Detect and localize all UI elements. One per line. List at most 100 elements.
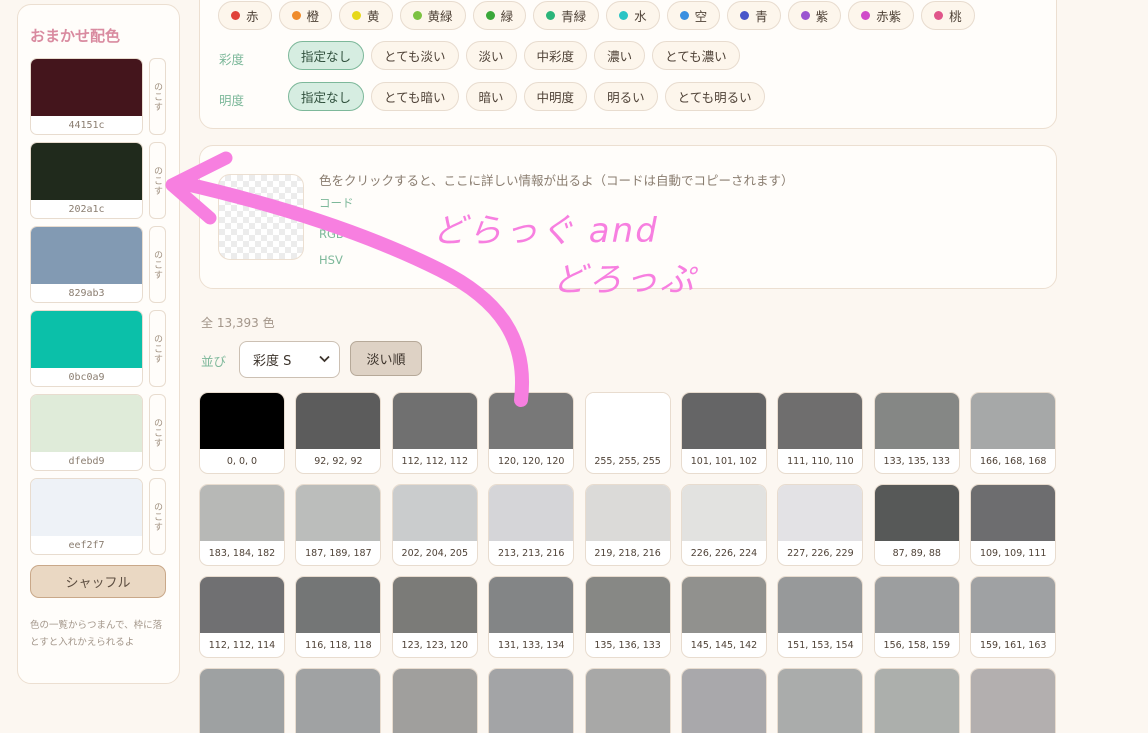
- color-dot-icon: [231, 11, 240, 20]
- color-tile[interactable]: [873, 668, 960, 733]
- keep-button[interactable]: のこす: [149, 310, 166, 387]
- color-tile[interactable]: 133, 135, 133: [873, 392, 960, 474]
- keep-button[interactable]: のこす: [149, 478, 166, 555]
- palette-slot[interactable]: eef2f7: [30, 478, 143, 555]
- color-tile[interactable]: 0, 0, 0: [199, 392, 285, 474]
- hue-chip[interactable]: 青: [727, 1, 781, 30]
- saturation-chip[interactable]: とても淡い: [371, 41, 459, 70]
- color-tile[interactable]: 111, 110, 110: [777, 392, 864, 474]
- color-tile-rgb: 101, 101, 102: [690, 456, 758, 467]
- keep-button[interactable]: のこす: [149, 226, 166, 303]
- palette-slot[interactable]: 0bc0a9: [30, 310, 143, 387]
- color-tile-swatch: [585, 577, 670, 633]
- keep-button[interactable]: のこす: [149, 142, 166, 219]
- color-preview: [218, 174, 304, 260]
- hue-chip[interactable]: 紫: [787, 1, 842, 30]
- shuffle-button[interactable]: シャッフル: [30, 565, 166, 598]
- hue-chip[interactable]: 緑: [472, 1, 527, 30]
- color-tile-swatch: [392, 393, 477, 449]
- keep-button[interactable]: のこす: [149, 58, 166, 135]
- color-tile-swatch: [296, 669, 381, 733]
- color-tile-rgb: 183, 184, 182: [208, 548, 276, 559]
- color-dot-icon: [679, 11, 689, 20]
- color-tile-rgb: 87, 89, 88: [892, 548, 941, 559]
- saturation-chip[interactable]: 淡い: [465, 41, 517, 70]
- color-tile[interactable]: [488, 668, 575, 733]
- color-dot-icon: [352, 11, 362, 20]
- palette-slot[interactable]: 202a1c: [30, 142, 143, 219]
- hue-chip[interactable]: 水: [606, 1, 660, 30]
- hue-chip-label: 水: [634, 9, 647, 24]
- hue-chip[interactable]: 橙: [278, 1, 333, 30]
- color-tile[interactable]: 159, 161, 163: [970, 576, 1057, 658]
- color-tile[interactable]: 151, 153, 154: [777, 576, 864, 658]
- color-tile-rgb: 213, 213, 216: [497, 548, 565, 559]
- palette-slot[interactable]: 829ab3: [30, 226, 143, 303]
- sort-select[interactable]: 彩度 S: [239, 341, 340, 378]
- color-tile[interactable]: 213, 213, 216: [488, 484, 575, 566]
- color-dot-icon: [800, 11, 810, 20]
- color-tile[interactable]: 156, 158, 159: [873, 576, 960, 658]
- color-tile[interactable]: [681, 668, 767, 733]
- saturation-chip[interactable]: 中彩度: [523, 41, 588, 70]
- keep-button[interactable]: のこす: [149, 394, 166, 471]
- color-tile[interactable]: 255, 255, 255: [584, 392, 671, 474]
- color-dot-icon: [485, 11, 495, 20]
- hue-chip[interactable]: 黄緑: [399, 1, 466, 30]
- color-tile[interactable]: [777, 668, 864, 733]
- palette-slot[interactable]: dfebd9: [30, 394, 143, 471]
- palette-slot-code: eef2f7: [68, 540, 105, 551]
- color-tile[interactable]: 166, 168, 168: [970, 392, 1057, 474]
- color-tile[interactable]: 116, 118, 118: [295, 576, 382, 658]
- color-tile[interactable]: [584, 668, 671, 733]
- color-tile[interactable]: [199, 668, 285, 733]
- hue-chip[interactable]: 空: [666, 1, 721, 30]
- color-tile[interactable]: 131, 133, 134: [488, 576, 575, 658]
- order-toggle-button[interactable]: 淡い順: [350, 341, 422, 376]
- brightness-chip[interactable]: とても暗い: [371, 82, 459, 111]
- saturation-chip[interactable]: 濃い: [594, 41, 646, 70]
- saturation-chip[interactable]: 指定なし: [288, 41, 365, 70]
- saturation-chip[interactable]: とても濃い: [652, 41, 740, 70]
- color-tile[interactable]: [970, 668, 1057, 733]
- palette-slot[interactable]: 44151c: [30, 58, 143, 135]
- hue-chip[interactable]: 赤: [218, 1, 272, 30]
- color-tile-rgb: 151, 153, 154: [787, 640, 854, 651]
- color-tile[interactable]: 226, 226, 224: [681, 484, 767, 566]
- brightness-chip[interactable]: 暗い: [465, 82, 517, 111]
- color-tile[interactable]: 87, 89, 88: [873, 484, 960, 566]
- color-tile[interactable]: 187, 189, 187: [295, 484, 382, 566]
- color-tile[interactable]: 112, 112, 112: [391, 392, 478, 474]
- color-tile[interactable]: 219, 218, 216: [584, 484, 671, 566]
- hue-chip[interactable]: 赤紫: [848, 1, 915, 30]
- brightness-label: 明度: [219, 93, 245, 108]
- brightness-chip[interactable]: 中明度: [523, 82, 588, 111]
- color-tile-swatch: [489, 485, 574, 541]
- color-tile[interactable]: 123, 123, 120: [391, 576, 478, 658]
- color-tile[interactable]: 227, 226, 229: [777, 484, 864, 566]
- color-dot-icon: [546, 11, 556, 20]
- brightness-chip[interactable]: とても明るい: [664, 82, 765, 111]
- color-tile-swatch: [585, 669, 670, 733]
- hue-chip[interactable]: 青緑: [533, 1, 600, 30]
- color-tile[interactable]: 135, 136, 133: [584, 576, 671, 658]
- code-label: コード: [319, 196, 354, 210]
- color-tile-swatch: [200, 485, 284, 541]
- color-tile[interactable]: 183, 184, 182: [199, 484, 285, 566]
- brightness-chip[interactable]: 指定なし: [288, 82, 365, 111]
- brightness-chip[interactable]: 明るい: [594, 82, 658, 111]
- color-tile[interactable]: 112, 112, 114: [199, 576, 285, 658]
- color-tile-rgb: 0, 0, 0: [226, 456, 258, 467]
- color-tile[interactable]: 145, 145, 142: [681, 576, 767, 658]
- color-tile-swatch: [874, 485, 959, 541]
- color-tile[interactable]: 202, 204, 205: [391, 484, 478, 566]
- color-tile[interactable]: 120, 120, 120: [488, 392, 575, 474]
- color-tile[interactable]: [391, 668, 478, 733]
- hue-chip[interactable]: 黄: [339, 1, 393, 30]
- hue-chip[interactable]: 桃: [921, 1, 975, 30]
- color-tile[interactable]: 109, 109, 111: [970, 484, 1057, 566]
- sidebar-title: おまかせ配色: [30, 27, 121, 45]
- color-tile[interactable]: 92, 92, 92: [295, 392, 382, 474]
- color-tile[interactable]: [295, 668, 382, 733]
- color-tile[interactable]: 101, 101, 102: [681, 392, 767, 474]
